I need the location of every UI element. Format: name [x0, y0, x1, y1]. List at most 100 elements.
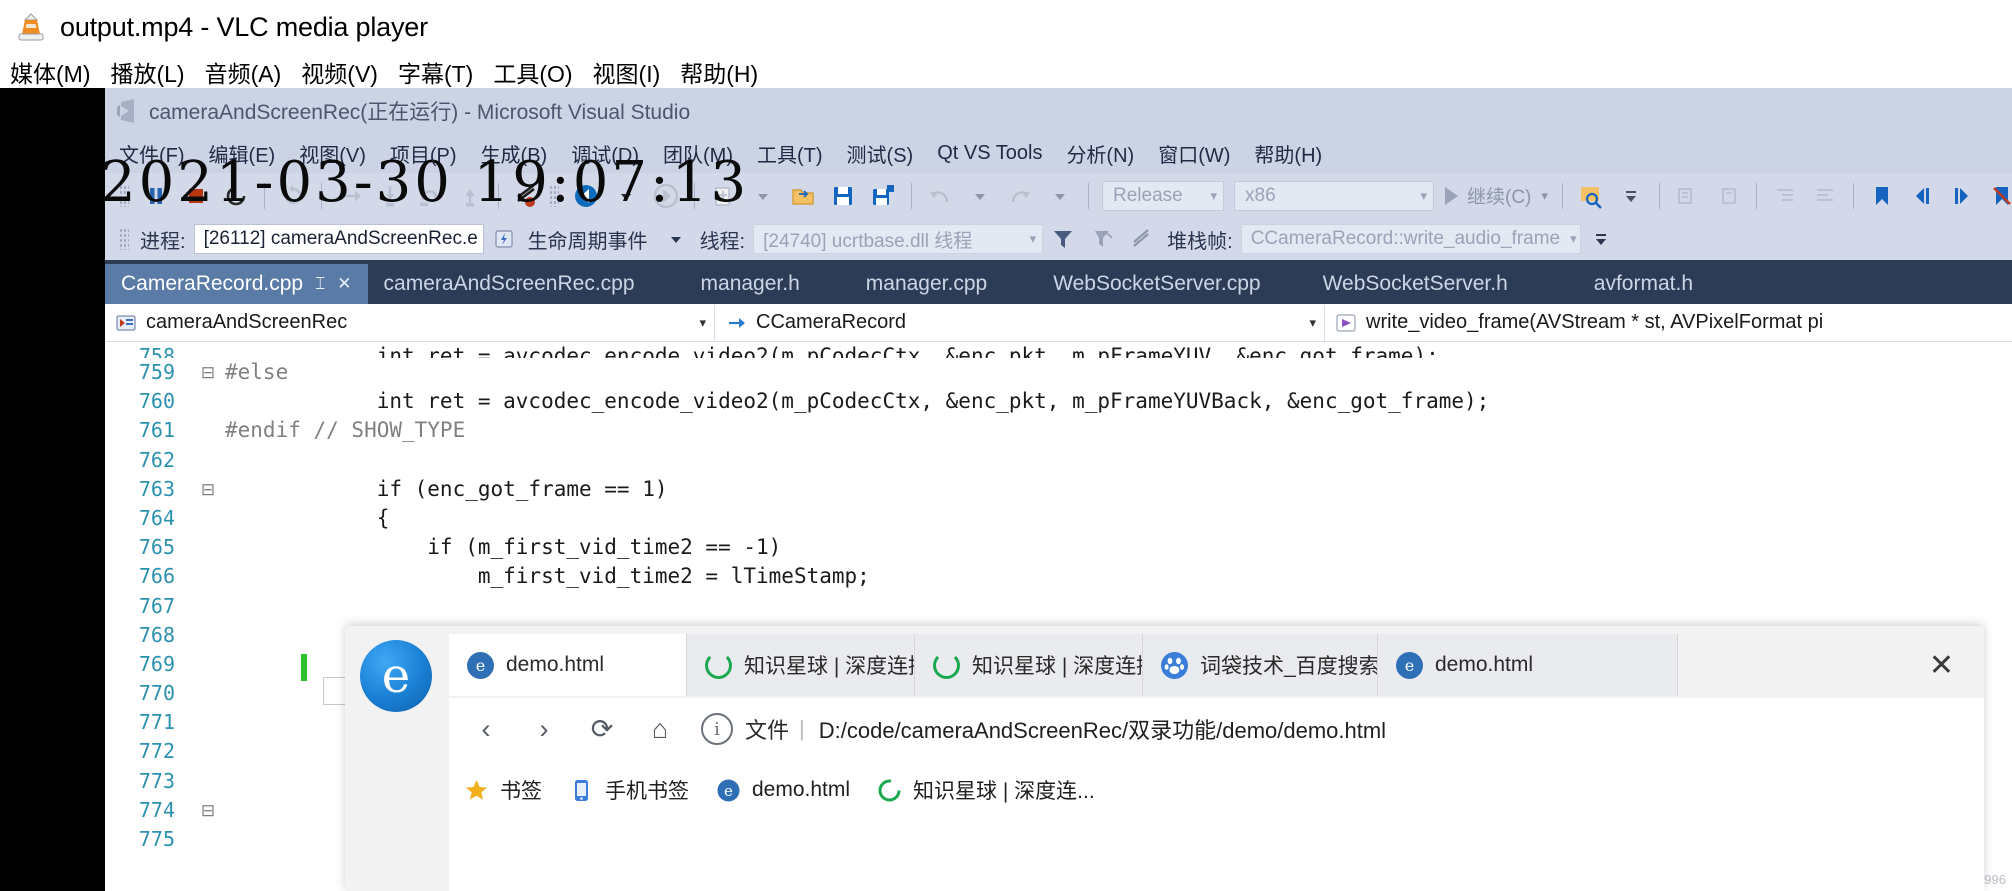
flag-threads-button[interactable]	[1087, 223, 1119, 255]
vlc-menu-media[interactable]: 媒体(M)	[6, 55, 94, 89]
show-threads-in-source-button[interactable]	[1127, 223, 1159, 255]
vs-menu-team[interactable]: 团队(M)	[663, 139, 733, 168]
debugbar-overflow-button[interactable]	[1585, 223, 1617, 255]
editor-tab-manager-h[interactable]: manager.h	[685, 264, 816, 304]
editor-tab-avformat-h[interactable]: avformat.h	[1578, 264, 1709, 304]
browser-page-viewport[interactable]	[449, 820, 1984, 891]
uncomment-selection-button[interactable]	[1712, 180, 1744, 212]
vs-menu-view[interactable]: 视图(V)	[299, 139, 366, 168]
vs-menu-file[interactable]: 文件(F)	[119, 139, 185, 168]
step-out-button[interactable]	[454, 180, 486, 212]
browser-tab-zsxq-1[interactable]: 知识星球 | 深度连接	[687, 634, 915, 696]
site-info-icon[interactable]: i	[701, 713, 733, 745]
bookmark-mobile[interactable]: 手机书签	[568, 775, 689, 805]
show-next-statement-button[interactable]	[334, 180, 366, 212]
bookmark-demo-html[interactable]: e demo.html	[715, 777, 850, 804]
vs-menu-analyze[interactable]: 分析(N)	[1066, 139, 1134, 168]
browser-tab-demo-html-1[interactable]: e demo.html	[449, 634, 687, 696]
search-in-files-button[interactable]	[1575, 180, 1607, 212]
lifecycle-events-dropdown[interactable]	[660, 223, 692, 255]
address-bar[interactable]: i 文件 | D:/code/cameraAndScreenRec/双录功能/d…	[689, 706, 1984, 752]
vs-menu-debug[interactable]: 调试(D)	[571, 139, 639, 168]
navigate-forward-button[interactable]	[650, 180, 682, 212]
vs-menu-test[interactable]: 测试(S)	[847, 139, 914, 168]
editor-tab-manager-cpp[interactable]: manager.cpp	[850, 264, 1003, 304]
browser-tab-baidu-search[interactable]: 词袋技术_百度搜索	[1143, 634, 1378, 696]
lifecycle-events-label[interactable]: 生命周期事件	[528, 225, 648, 254]
toggle-bookmark-button[interactable]	[1866, 180, 1898, 212]
new-project-button[interactable]	[707, 180, 739, 212]
undo-dropdown[interactable]	[964, 180, 996, 212]
vs-menu-tools[interactable]: 工具(T)	[757, 139, 823, 168]
vlc-menu-view[interactable]: 视图(I)	[589, 55, 665, 89]
vlc-menu-subtitle[interactable]: 字幕(T)	[394, 55, 477, 89]
bookmark-zsxq[interactable]: 知识星球 | 深度连...	[876, 775, 1095, 805]
stop-button[interactable]	[180, 180, 212, 212]
editor-tab-cameraandscreenrec-cpp[interactable]: cameraAndScreenRec.cpp	[368, 264, 651, 304]
outline-glyph[interactable]: ⊟	[191, 358, 225, 387]
navigate-backward-dropdown[interactable]	[610, 180, 642, 212]
continue-button[interactable]: 继续(C) ▾	[1445, 182, 1548, 209]
redo-button[interactable]	[1004, 180, 1036, 212]
navbar-project-combo[interactable]: cameraAndScreenRec ▾	[105, 304, 715, 341]
hot-reload-button[interactable]	[277, 180, 309, 212]
navbar-member-combo[interactable]: write_video_frame(AVStream * st, AVPixel…	[1325, 305, 2012, 341]
browser-close-icon[interactable]: ✕	[1929, 648, 1954, 683]
pause-button[interactable]	[140, 180, 172, 212]
back-button[interactable]: ‹	[463, 706, 509, 752]
redo-dropdown[interactable]	[1044, 180, 1076, 212]
forward-button[interactable]: ›	[521, 706, 567, 752]
new-project-dropdown[interactable]	[747, 180, 779, 212]
toolbar-grip[interactable]	[119, 184, 129, 207]
vlc-menu-playback[interactable]: 播放(L)	[106, 55, 188, 89]
editor-tab-camerarecord-cpp[interactable]: CameraRecord.cpp ⌶ ✕	[105, 264, 368, 304]
vs-menu-project[interactable]: 项目(P)	[390, 139, 457, 168]
filter-threads-button[interactable]	[1047, 223, 1079, 255]
open-file-button[interactable]	[787, 180, 819, 212]
home-button[interactable]: ⌂	[637, 706, 683, 752]
increase-indent-button[interactable]	[1809, 180, 1841, 212]
editor-tab-websocketserver-h[interactable]: WebSocketServer.h	[1307, 264, 1524, 304]
bookmark-shuqian[interactable]: 书签	[463, 775, 542, 805]
decrease-indent-button[interactable]	[1769, 180, 1801, 212]
thread-combo[interactable]: [24740] ucrtbase.dll 线程 ▾	[753, 224, 1044, 254]
pin-icon[interactable]: ⌶	[315, 274, 325, 294]
lifecycle-events-icon[interactable]	[488, 223, 520, 255]
vs-menu-qt-vs-tools[interactable]: Qt VS Tools	[937, 142, 1042, 165]
outline-glyph[interactable]: ⊟	[191, 475, 225, 504]
browser-tab-demo-html-2[interactable]: e demo.html	[1378, 634, 1678, 696]
outline-glyph[interactable]: ⊟	[191, 796, 225, 825]
vlc-menu-help[interactable]: 帮助(H)	[676, 55, 762, 89]
breakpoints-button[interactable]	[511, 180, 543, 212]
save-button[interactable]	[827, 180, 859, 212]
browser-tab-zsxq-2[interactable]: 知识星球 | 深度连接	[915, 634, 1143, 696]
toolbar-overflow-button[interactable]	[1615, 180, 1647, 212]
toolbar-grip[interactable]	[549, 184, 559, 207]
vlc-menu-tools[interactable]: 工具(O)	[489, 55, 576, 89]
navbar-class-combo[interactable]: CCameraRecord ▾	[715, 304, 1325, 341]
process-combo[interactable]: [26112] cameraAndScreenRec.e ▾	[193, 224, 484, 254]
vs-menu-edit[interactable]: 编辑(E)	[209, 139, 276, 168]
debug-toolbar-grip[interactable]	[119, 228, 129, 250]
next-bookmark-button[interactable]	[1946, 180, 1978, 212]
previous-bookmark-button[interactable]	[1906, 180, 1938, 212]
vs-menu-window[interactable]: 窗口(W)	[1158, 139, 1230, 168]
stackframe-combo[interactable]: CCameraRecord::write_audio_frame ▾	[1240, 224, 1581, 254]
save-all-button[interactable]	[867, 180, 899, 212]
reload-button[interactable]: ⟳	[579, 706, 625, 752]
vs-menu-help[interactable]: 帮助(H)	[1254, 139, 1322, 168]
vlc-menu-audio[interactable]: 音频(A)	[201, 55, 286, 89]
clear-bookmarks-button[interactable]	[1986, 180, 2012, 212]
solution-configuration-combo[interactable]: Release ▾	[1102, 180, 1224, 211]
restart-button[interactable]	[220, 180, 252, 212]
step-over-button[interactable]	[414, 180, 446, 212]
vlc-menu-video[interactable]: 视频(V)	[297, 55, 382, 89]
undo-button[interactable]	[924, 180, 956, 212]
editor-tab-websocketserver-cpp[interactable]: WebSocketServer.cpp	[1037, 264, 1276, 304]
vs-menu-build[interactable]: 生成(B)	[481, 139, 548, 168]
navigate-backward-button[interactable]	[570, 180, 602, 212]
close-icon[interactable]: ✕	[337, 274, 351, 294]
step-into-button[interactable]	[374, 180, 406, 212]
comment-selection-button[interactable]	[1672, 180, 1704, 212]
solution-platform-combo[interactable]: x86 ▾	[1234, 180, 1434, 211]
